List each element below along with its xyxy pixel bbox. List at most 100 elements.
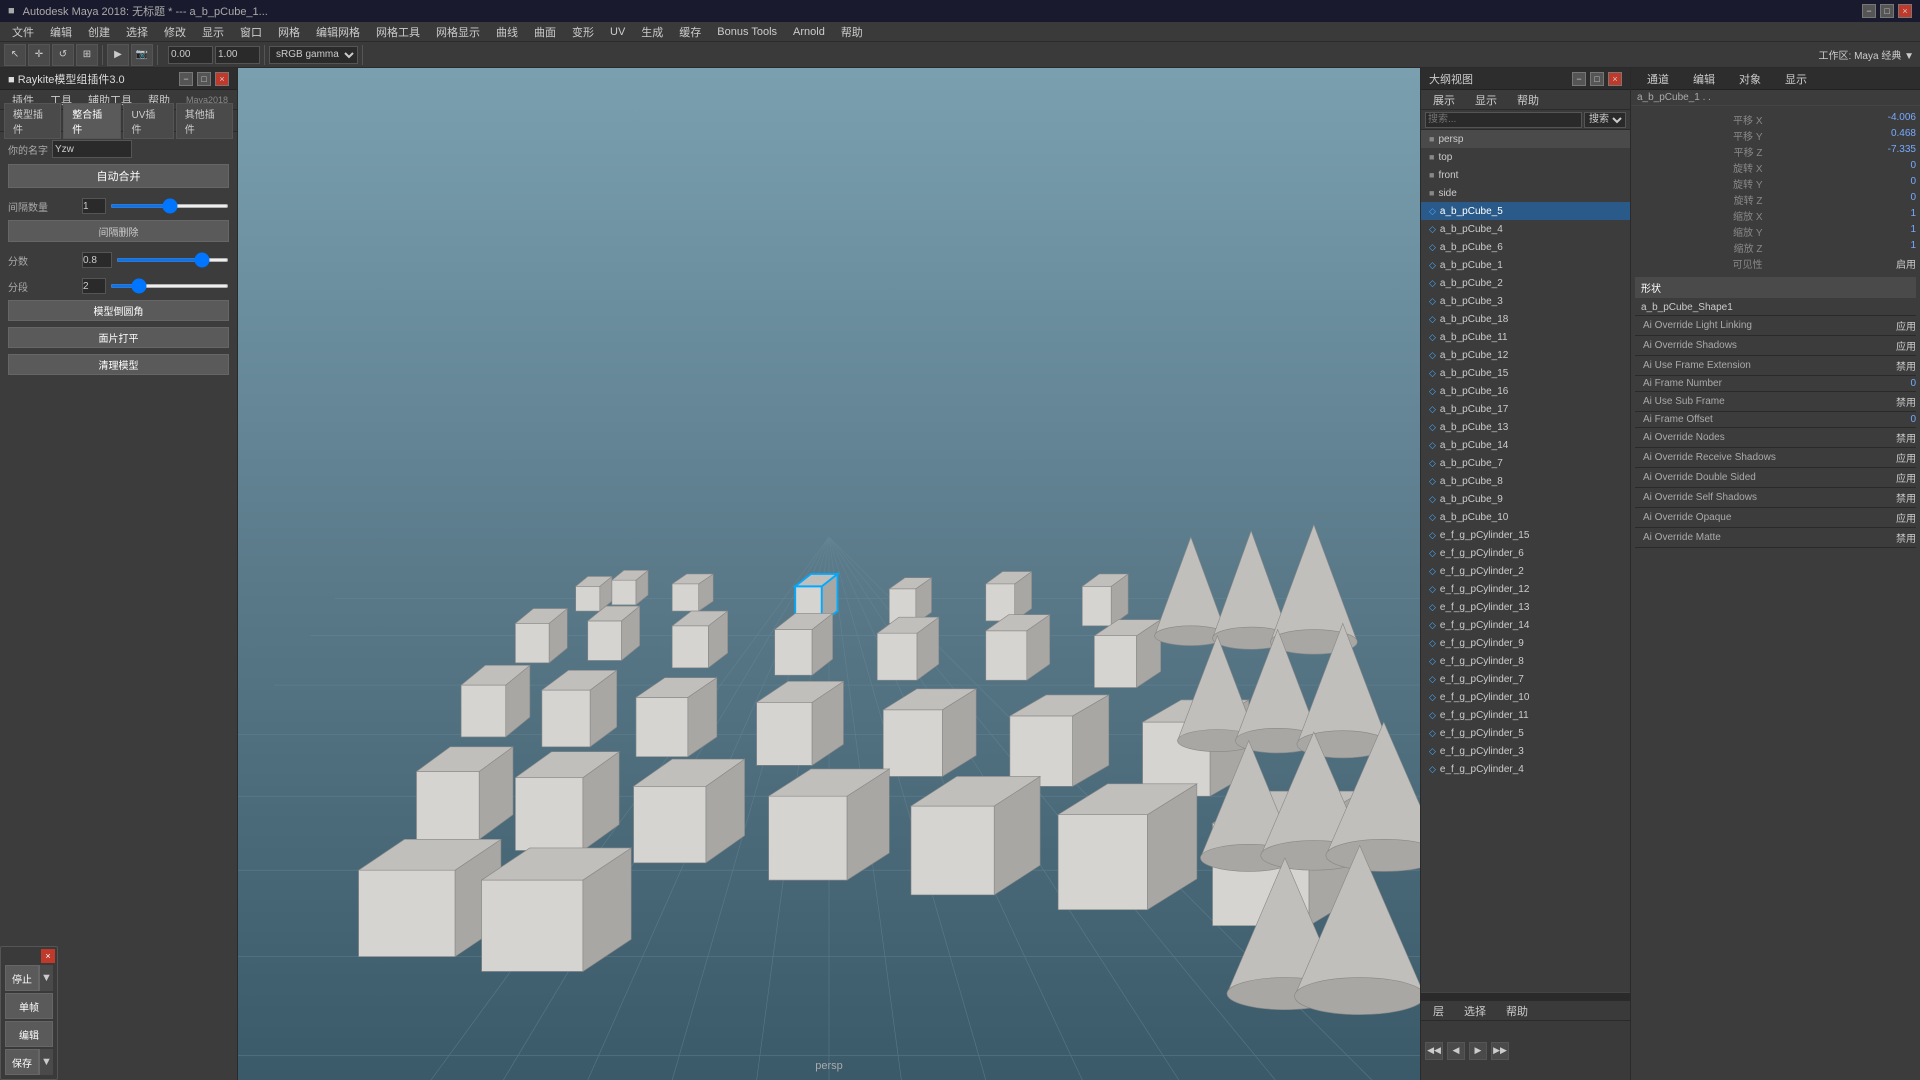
- toolbar-value1[interactable]: [168, 46, 213, 64]
- menu-item-创建[interactable]: 创建: [80, 22, 118, 42]
- anim-prev-prev-btn[interactable]: ◀◀: [1425, 1042, 1443, 1060]
- tree-item-cyl-3[interactable]: ◇ e_f_g_pCylinder_12: [1421, 580, 1630, 598]
- menu-item-显示[interactable]: 显示: [194, 22, 232, 42]
- menu-item-Arnold[interactable]: Arnold: [785, 24, 833, 40]
- tree-item-obj-13[interactable]: ◇ a_b_pCube_14: [1421, 436, 1630, 454]
- save-dropdown-btn[interactable]: ▼: [39, 1049, 53, 1075]
- score-slider[interactable]: [116, 258, 229, 262]
- scene-tree-scrollbar[interactable]: [1421, 992, 1630, 1000]
- single-frame-btn[interactable]: 单帧: [5, 993, 53, 1019]
- tree-item-cyl-11[interactable]: ◇ e_f_g_pCylinder_5: [1421, 724, 1630, 742]
- tree-item-obj-11[interactable]: ◇ a_b_pCube_17: [1421, 400, 1630, 418]
- scene-menu-show[interactable]: 展示: [1425, 90, 1463, 110]
- tree-item-obj-9[interactable]: ◇ a_b_pCube_15: [1421, 364, 1630, 382]
- tree-item-top[interactable]: ■ top: [1421, 148, 1630, 166]
- scale-tool-btn[interactable]: ⊞: [76, 44, 98, 66]
- tree-item-obj-8[interactable]: ◇ a_b_pCube_12: [1421, 346, 1630, 364]
- stop-dropdown-btn[interactable]: ▼: [39, 965, 53, 991]
- menu-item-网格工具[interactable]: 网格工具: [368, 22, 428, 42]
- tree-item-obj-4[interactable]: ◇ a_b_pCube_2: [1421, 274, 1630, 292]
- minimize-button[interactable]: −: [1862, 4, 1876, 18]
- tree-item-obj-17[interactable]: ◇ a_b_pCube_10: [1421, 508, 1630, 526]
- scene-minimize[interactable]: −: [1572, 72, 1586, 86]
- move-tool-btn[interactable]: ✛: [28, 44, 50, 66]
- select-tool-btn[interactable]: ↖: [4, 44, 26, 66]
- menu-item-帮助[interactable]: 帮助: [833, 22, 871, 42]
- tree-item-obj-2[interactable]: ◇ a_b_pCube_6: [1421, 238, 1630, 256]
- anim-next-btn[interactable]: ▶: [1469, 1042, 1487, 1060]
- attr-tab-display[interactable]: 显示: [1777, 69, 1815, 89]
- viewport[interactable]: persp: [238, 68, 1420, 1080]
- remove-interval-btn[interactable]: 间隔删除: [8, 220, 229, 242]
- menu-item-选择[interactable]: 选择: [118, 22, 156, 42]
- render-btn[interactable]: ▶: [107, 44, 129, 66]
- tree-item-obj-14[interactable]: ◇ a_b_pCube_7: [1421, 454, 1630, 472]
- maximize-button[interactable]: □: [1880, 4, 1894, 18]
- scene-search-input[interactable]: [1425, 112, 1582, 128]
- clean-section[interactable]: 清理模型: [8, 354, 229, 375]
- tree-item-cyl-1[interactable]: ◇ e_f_g_pCylinder_6: [1421, 544, 1630, 562]
- anim-menu-select[interactable]: 选择: [1456, 1001, 1494, 1021]
- color-profile-select[interactable]: sRGB gamma: [269, 46, 358, 64]
- segments-slider[interactable]: [110, 284, 229, 288]
- menu-item-变形[interactable]: 变形: [564, 22, 602, 42]
- tree-item-obj-10[interactable]: ◇ a_b_pCube_16: [1421, 382, 1630, 400]
- attr-tab-edit[interactable]: 编辑: [1685, 69, 1723, 89]
- tree-item-cyl-12[interactable]: ◇ e_f_g_pCylinder_3: [1421, 742, 1630, 760]
- anim-menu-layer[interactable]: 层: [1425, 1001, 1452, 1021]
- camera-btn[interactable]: 📷: [131, 44, 153, 66]
- save-btn[interactable]: 保存: [5, 1049, 39, 1075]
- menu-item-曲面[interactable]: 曲面: [526, 22, 564, 42]
- menu-item-编辑[interactable]: 编辑: [42, 22, 80, 42]
- menu-item-网格显示[interactable]: 网格显示: [428, 22, 488, 42]
- tree-item-cyl-4[interactable]: ◇ e_f_g_pCylinder_13: [1421, 598, 1630, 616]
- raykite-maximize[interactable]: □: [197, 72, 211, 86]
- rotate-tool-btn[interactable]: ↺: [52, 44, 74, 66]
- tree-item-cyl-0[interactable]: ◇ e_f_g_pCylinder_15: [1421, 526, 1630, 544]
- tree-item-side[interactable]: ■ side: [1421, 184, 1630, 202]
- scene-maximize[interactable]: □: [1590, 72, 1604, 86]
- anim-prev-btn[interactable]: ◀: [1447, 1042, 1465, 1060]
- menu-item-Bonus Tools[interactable]: Bonus Tools: [709, 24, 785, 40]
- menu-item-修改[interactable]: 修改: [156, 22, 194, 42]
- tree-item-obj-7[interactable]: ◇ a_b_pCube_11: [1421, 328, 1630, 346]
- auto-merge-btn[interactable]: 自动合并: [8, 164, 229, 188]
- tree-item-cyl-10[interactable]: ◇ e_f_g_pCylinder_11: [1421, 706, 1630, 724]
- tree-item-cyl-13[interactable]: ◇ e_f_g_pCylinder_4: [1421, 760, 1630, 778]
- close-button[interactable]: ×: [1898, 4, 1912, 18]
- menu-item-文件[interactable]: 文件: [4, 22, 42, 42]
- tree-item-cyl-8[interactable]: ◇ e_f_g_pCylinder_7: [1421, 670, 1630, 688]
- attr-tab-channel[interactable]: 通道: [1639, 69, 1677, 89]
- anim-next-next-btn[interactable]: ▶▶: [1491, 1042, 1509, 1060]
- attr-tab-object[interactable]: 对象: [1731, 69, 1769, 89]
- menu-item-UV[interactable]: UV: [602, 24, 633, 40]
- interval-slider[interactable]: [110, 204, 229, 208]
- interval-value-input[interactable]: [82, 198, 106, 214]
- menu-item-生成[interactable]: 生成: [633, 22, 671, 42]
- tree-item-front[interactable]: ■ front: [1421, 166, 1630, 184]
- tree-item-cyl-7[interactable]: ◇ e_f_g_pCylinder_8: [1421, 652, 1630, 670]
- menu-item-编辑网格[interactable]: 编辑网格: [308, 22, 368, 42]
- tree-item-obj-3[interactable]: ◇ a_b_pCube_1: [1421, 256, 1630, 274]
- raykite-minimize[interactable]: −: [179, 72, 193, 86]
- menu-item-网格[interactable]: 网格: [270, 22, 308, 42]
- toolbar-value2[interactable]: [215, 46, 260, 64]
- menu-item-曲线[interactable]: 曲线: [488, 22, 526, 42]
- menu-item-窗口[interactable]: 窗口: [232, 22, 270, 42]
- edit-btn[interactable]: 编辑: [5, 1021, 53, 1047]
- tree-item-obj-15[interactable]: ◇ a_b_pCube_8: [1421, 472, 1630, 490]
- tree-item-obj-5[interactable]: ◇ a_b_pCube_3: [1421, 292, 1630, 310]
- shape-section-header[interactable]: 形状: [1635, 277, 1916, 298]
- tree-item-obj-16[interactable]: ◇ a_b_pCube_9: [1421, 490, 1630, 508]
- tree-item-obj-1[interactable]: ◇ a_b_pCube_4: [1421, 220, 1630, 238]
- menu-item-缓存[interactable]: 缓存: [671, 22, 709, 42]
- scene-close[interactable]: ×: [1608, 72, 1622, 86]
- tree-item-cyl-2[interactable]: ◇ e_f_g_pCylinder_2: [1421, 562, 1630, 580]
- tree-item-obj-12[interactable]: ◇ a_b_pCube_13: [1421, 418, 1630, 436]
- flatten-section[interactable]: 面片打平: [8, 327, 229, 348]
- anim-menu-help[interactable]: 帮助: [1498, 1001, 1536, 1021]
- tree-item-cyl-5[interactable]: ◇ e_f_g_pCylinder_14: [1421, 616, 1630, 634]
- name-input[interactable]: [52, 140, 132, 158]
- tree-item-cyl-9[interactable]: ◇ e_f_g_pCylinder_10: [1421, 688, 1630, 706]
- stop-btn[interactable]: 停止: [5, 965, 39, 991]
